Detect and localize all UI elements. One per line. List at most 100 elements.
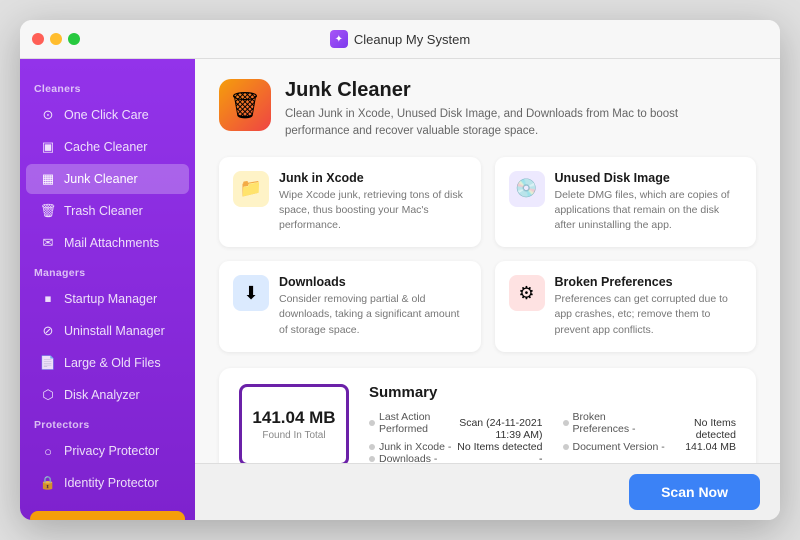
maximize-button[interactable] xyxy=(68,33,80,45)
feature-description: Wipe Xcode junk, retrieving tons of disk… xyxy=(279,188,467,234)
junk-xcode-icon: 📁 xyxy=(233,171,269,207)
sidebar-item-disk-analyzer[interactable]: ⬡ Disk Analyzer xyxy=(26,380,189,410)
unused-disk-icon: 💿 xyxy=(509,171,545,207)
dot-icon xyxy=(369,444,375,450)
broken-prefs-icon: ⚙ xyxy=(509,275,545,311)
row-label: Junk in Xcode - xyxy=(369,441,451,453)
sidebar-item-label: Large & Old Files xyxy=(64,356,161,370)
monitor-size-value: 141.04 MB xyxy=(252,408,335,428)
feature-description: Delete DMG files, which are copies of ap… xyxy=(555,188,743,234)
sidebar-item-label: Uninstall Manager xyxy=(64,324,165,338)
content-header: 🗑 Junk Cleaner Clean Junk in Xcode, Unus… xyxy=(219,79,756,141)
sidebar-item-cache-cleaner[interactable]: ▣ Cache Cleaner xyxy=(26,132,189,162)
privacy-icon: ○ xyxy=(40,443,56,459)
main-layout: Cleaners ⊙ One Click Care ▣ Cache Cleane… xyxy=(20,59,780,520)
minimize-button[interactable] xyxy=(50,33,62,45)
sidebar: Cleaners ⊙ One Click Care ▣ Cache Cleane… xyxy=(20,59,195,520)
summary-row: Last Action Performed Scan (24-11-2021 1… xyxy=(369,411,543,441)
bottom-bar: Scan Now xyxy=(195,463,780,520)
row-value: - xyxy=(539,453,543,463)
row-value: No Items detected xyxy=(457,441,542,453)
junk-cleaner-icon: ▦ xyxy=(40,171,56,187)
protectors-section-label: Protectors xyxy=(20,411,195,435)
summary-section: 141.04 MB Found In Total Summary xyxy=(219,368,756,463)
feature-card-text: Broken Preferences Preferences can get c… xyxy=(555,275,743,338)
app-window: ✦ Cleanup My System Cleaners ⊙ One Click… xyxy=(20,20,780,520)
feature-title: Downloads xyxy=(279,275,467,289)
summary-title: Summary xyxy=(369,384,736,401)
app-icon-small: ✦ xyxy=(330,30,348,48)
summary-row: Document Version - 141.04 MB xyxy=(563,441,737,453)
sidebar-item-large-old-files[interactable]: 📄 Large & Old Files xyxy=(26,348,189,378)
managers-section-label: Managers xyxy=(20,259,195,283)
feature-card-text: Junk in Xcode Wipe Xcode junk, retrievin… xyxy=(279,171,467,234)
feature-card-text: Unused Disk Image Delete DMG files, whic… xyxy=(555,171,743,234)
startup-icon: ⏹ xyxy=(40,291,56,307)
sidebar-item-label: Mail Attachments xyxy=(64,236,159,250)
sidebar-footer: Unlock Full Version xyxy=(20,499,195,520)
window-title: Cleanup My System xyxy=(354,32,470,47)
feature-card-unused-disk: 💿 Unused Disk Image Delete DMG files, wh… xyxy=(495,157,757,248)
feature-description: Consider removing partial & old download… xyxy=(279,292,467,338)
content-header-text: Junk Cleaner Clean Junk in Xcode, Unused… xyxy=(285,79,745,141)
identity-icon: 🔒 xyxy=(40,475,56,491)
sidebar-item-one-click-care[interactable]: ⊙ One Click Care xyxy=(26,100,189,130)
trash-cleaner-icon: 🗑 xyxy=(40,203,56,219)
scan-now-button[interactable]: Scan Now xyxy=(629,474,760,510)
sidebar-item-label: Startup Manager xyxy=(64,292,157,306)
dot-icon xyxy=(563,444,569,450)
feature-title: Broken Preferences xyxy=(555,275,743,289)
sidebar-item-label: Trash Cleaner xyxy=(64,204,143,218)
uninstall-icon: ⊘ xyxy=(40,323,56,339)
sidebar-item-label: Cache Cleaner xyxy=(64,140,147,154)
summary-row: Downloads - - xyxy=(369,453,543,463)
row-label: Last Action Performed xyxy=(369,411,449,435)
summary-row: Broken Preferences - No Items detected xyxy=(563,411,737,441)
disk-analyzer-icon: ⬡ xyxy=(40,387,56,403)
sidebar-item-label: Junk Cleaner xyxy=(64,172,138,186)
feature-title: Unused Disk Image xyxy=(555,171,743,185)
mail-icon: ✉ xyxy=(40,235,56,251)
close-button[interactable] xyxy=(32,33,44,45)
sidebar-item-label: Privacy Protector xyxy=(64,444,159,458)
titlebar: ✦ Cleanup My System xyxy=(20,20,780,59)
feature-card-text: Downloads Consider removing partial & ol… xyxy=(279,275,467,338)
junk-cleaner-app-icon: 🗑 xyxy=(219,79,271,131)
feature-description: Preferences can get corrupted due to app… xyxy=(555,292,743,338)
one-click-care-icon: ⊙ xyxy=(40,107,56,123)
sidebar-item-label: Identity Protector xyxy=(64,476,159,490)
row-value: No Items detected xyxy=(660,417,736,441)
traffic-lights xyxy=(32,33,80,45)
sidebar-item-trash-cleaner[interactable]: 🗑 Trash Cleaner xyxy=(26,196,189,226)
sidebar-item-junk-cleaner[interactable]: ▦ Junk Cleaner xyxy=(26,164,189,194)
cache-cleaner-icon: ▣ xyxy=(40,139,56,155)
sidebar-item-label: One Click Care xyxy=(64,108,149,122)
page-title: Junk Cleaner xyxy=(285,79,745,102)
row-label: Downloads - xyxy=(369,453,437,463)
unlock-full-version-button[interactable]: Unlock Full Version xyxy=(30,511,185,520)
summary-content: Summary Last Action Performed Scan (24-1… xyxy=(369,384,736,463)
summary-col-left: Last Action Performed Scan (24-11-2021 1… xyxy=(369,411,543,463)
monitor-display: 141.04 MB Found In Total xyxy=(239,384,349,463)
feature-title: Junk in Xcode xyxy=(279,171,467,185)
row-label: Broken Preferences - xyxy=(563,411,660,435)
feature-card-junk-xcode: 📁 Junk in Xcode Wipe Xcode junk, retriev… xyxy=(219,157,481,248)
feature-grid: 📁 Junk in Xcode Wipe Xcode junk, retriev… xyxy=(219,157,756,352)
feature-card-downloads: ⬇ Downloads Consider removing partial & … xyxy=(219,261,481,352)
dot-icon xyxy=(369,456,375,462)
sidebar-item-startup-manager[interactable]: ⏹ Startup Manager xyxy=(26,284,189,314)
row-label: Document Version - xyxy=(563,441,665,453)
sidebar-item-privacy-protector[interactable]: ○ Privacy Protector xyxy=(26,436,189,466)
monitor-sub-label: Found In Total xyxy=(262,430,325,441)
files-icon: 📄 xyxy=(40,355,56,371)
feature-card-broken-prefs: ⚙ Broken Preferences Preferences can get… xyxy=(495,261,757,352)
sidebar-item-mail-attachments[interactable]: ✉ Mail Attachments xyxy=(26,228,189,258)
row-value: 141.04 MB xyxy=(685,441,736,453)
sidebar-item-identity-protector[interactable]: 🔒 Identity Protector xyxy=(26,468,189,498)
monitor-container: 141.04 MB Found In Total xyxy=(239,384,349,463)
row-value: Scan (24-11-2021 11:39 AM) xyxy=(449,417,543,441)
sidebar-item-uninstall-manager[interactable]: ⊘ Uninstall Manager xyxy=(26,316,189,346)
page-description: Clean Junk in Xcode, Unused Disk Image, … xyxy=(285,106,745,141)
main-content: 🗑 Junk Cleaner Clean Junk in Xcode, Unus… xyxy=(195,59,780,463)
summary-col-right: Broken Preferences - No Items detected D… xyxy=(563,411,737,463)
